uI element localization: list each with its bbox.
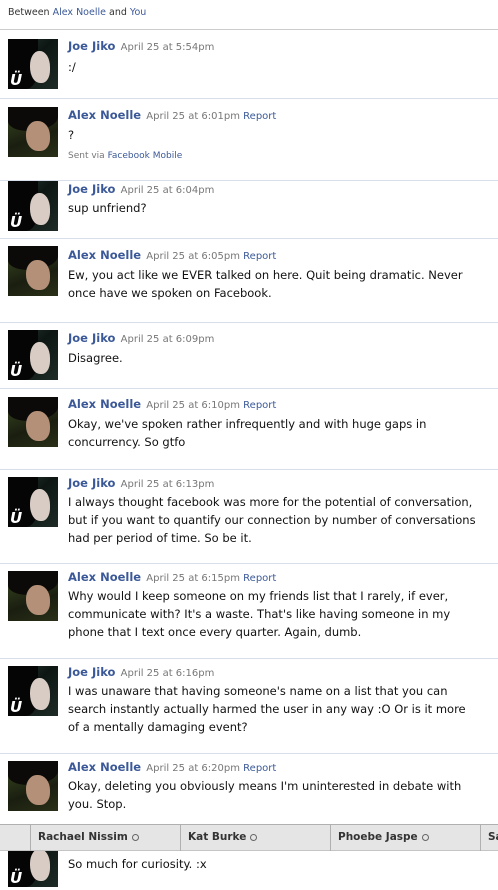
- chat-tab-name: Rachael Nissim: [38, 831, 128, 843]
- avatar[interactable]: Ü: [8, 39, 58, 89]
- timestamp: April 25 at 6:10pm: [146, 400, 240, 411]
- report-link[interactable]: Report: [243, 763, 276, 774]
- message-text: I was unaware that having someone's name…: [68, 684, 466, 734]
- report-link[interactable]: Report: [243, 251, 276, 262]
- message-item: Ü Joe Jiko April 25 at 6:09pm Disagree.: [0, 322, 498, 388]
- avatar[interactable]: [8, 107, 58, 157]
- author-link[interactable]: Alex Noelle: [68, 248, 141, 262]
- author-link[interactable]: Joe Jiko: [68, 182, 115, 196]
- timestamp: April 25 at 5:54pm: [120, 42, 215, 53]
- avatar[interactable]: Ü: [8, 330, 58, 380]
- author-link[interactable]: Joe Jiko: [68, 39, 115, 53]
- facebook-mobile-link[interactable]: Facebook Mobile: [108, 151, 183, 161]
- avatar[interactable]: Ü: [8, 851, 58, 887]
- avatar[interactable]: Ü: [8, 477, 58, 527]
- message-item: Ü Joe Jiko April 25 at 6:16pm I was unaw…: [0, 658, 498, 753]
- message-text: ?: [68, 128, 75, 142]
- chat-bar: Rachael Nissim Kat Burke Phoebe Jaspe Sa: [0, 824, 498, 851]
- avatar[interactable]: Ü: [8, 181, 58, 231]
- timestamp: April 25 at 6:20pm: [146, 763, 240, 774]
- chat-tab-name: Kat Burke: [188, 831, 247, 843]
- report-link[interactable]: Report: [243, 111, 276, 122]
- author-link[interactable]: Alex Noelle: [68, 397, 141, 411]
- message-item: Ü Joe Jiko April 25 at 6:04pm sup unfrie…: [0, 180, 498, 238]
- timestamp: April 25 at 6:16pm: [120, 668, 215, 679]
- offline-status-icon: [250, 833, 258, 841]
- message-item: Alex Noelle April 25 at 6:10pm Report Ok…: [0, 388, 498, 469]
- avatar[interactable]: [8, 246, 58, 296]
- participant-link[interactable]: Alex Noelle: [53, 7, 106, 18]
- offline-status-icon: [131, 833, 139, 841]
- author-link[interactable]: Alex Noelle: [68, 570, 141, 584]
- message-item: Ü So much for curiosity. :x: [0, 851, 498, 890]
- message-item: Alex Noelle April 25 at 6:05pm Report Ew…: [0, 238, 498, 322]
- sent-via: Sent via Facebook Mobile: [68, 151, 182, 161]
- message-thread: Ü Joe Jiko April 25 at 5:54pm :/ Alex No…: [0, 31, 498, 824]
- avatar[interactable]: [8, 397, 58, 447]
- avatar[interactable]: Ü: [8, 666, 58, 716]
- message-text: Okay, we've spoken rather infrequently a…: [68, 417, 427, 449]
- report-link[interactable]: Report: [243, 573, 276, 584]
- timestamp: April 25 at 6:05pm: [146, 251, 240, 262]
- timestamp: April 25 at 6:13pm: [120, 479, 215, 490]
- author-link[interactable]: Alex Noelle: [68, 760, 141, 774]
- report-link[interactable]: Report: [243, 400, 276, 411]
- chat-tab[interactable]: Sa: [480, 825, 498, 851]
- timestamp: April 25 at 6:09pm: [120, 334, 215, 345]
- self-link[interactable]: You: [130, 7, 146, 18]
- header-conj: and: [109, 7, 127, 18]
- message-item: Ü Joe Jiko April 25 at 5:54pm :/: [0, 31, 498, 98]
- timestamp: April 25 at 6:04pm: [120, 185, 215, 196]
- chat-tab-name: Sa: [488, 831, 498, 843]
- author-link[interactable]: Joe Jiko: [68, 331, 115, 345]
- avatar[interactable]: [8, 761, 58, 811]
- thread-header: Between Alex Noelle and You: [0, 0, 498, 30]
- chat-tab[interactable]: Kat Burke: [180, 825, 330, 851]
- message-item: Ü Joe Jiko April 25 at 6:13pm I always t…: [0, 469, 498, 563]
- message-text: I always thought facebook was more for t…: [68, 495, 476, 545]
- message-item: Alex Noelle April 25 at 6:01pm Report ? …: [0, 98, 498, 180]
- chat-tab[interactable]: Rachael Nissim: [30, 825, 180, 851]
- message-item: Alex Noelle April 25 at 6:20pm Report Ok…: [0, 753, 498, 824]
- author-link[interactable]: Joe Jiko: [68, 665, 115, 679]
- author-link[interactable]: Joe Jiko: [68, 476, 115, 490]
- timestamp: April 25 at 6:15pm: [146, 573, 240, 584]
- message-text: sup unfriend?: [68, 201, 147, 215]
- message-text: So much for curiosity. :x: [68, 857, 207, 871]
- header-prefix: Between: [8, 7, 50, 18]
- sent-via-label: Sent via: [68, 151, 105, 161]
- author-link[interactable]: Alex Noelle: [68, 108, 141, 122]
- timestamp: April 25 at 6:01pm: [146, 111, 240, 122]
- message-text: :/: [68, 60, 76, 74]
- message-text: Why would I keep someone on my friends l…: [68, 589, 451, 639]
- chat-tab-name: Phoebe Jaspe: [338, 831, 418, 843]
- chat-tab[interactable]: Phoebe Jaspe: [330, 825, 480, 851]
- message-text: Ew, you act like we EVER talked on here.…: [68, 268, 463, 300]
- avatar[interactable]: [8, 571, 58, 621]
- message-item: Alex Noelle April 25 at 6:15pm Report Wh…: [0, 563, 498, 658]
- offline-status-icon: [421, 833, 429, 841]
- message-text: Disagree.: [68, 351, 123, 365]
- message-text: Okay, deleting you obviously means I'm u…: [68, 779, 462, 811]
